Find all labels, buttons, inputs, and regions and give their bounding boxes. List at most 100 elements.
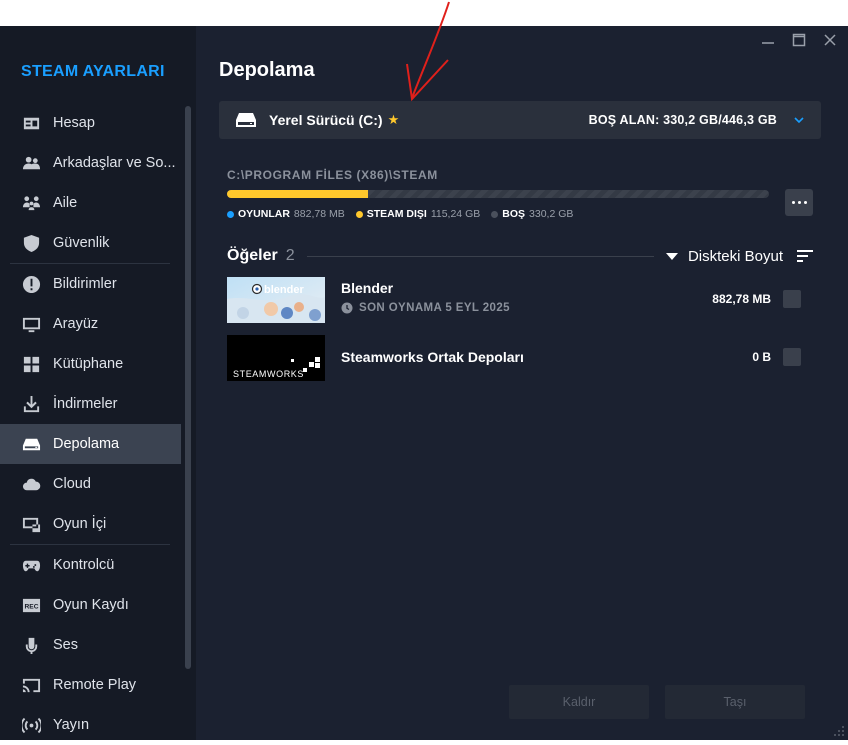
drive-name: Yerel Sürücü (C:): [269, 112, 383, 128]
sort-lines-icon[interactable]: [797, 250, 813, 262]
sidebar-item-label: Ses: [53, 637, 78, 653]
game-name: Blender: [341, 280, 394, 296]
legend-dot-games: [227, 210, 234, 218]
game-row[interactable]: blender Blender SON OYNAMA 5 EYL 2025 88…: [227, 277, 813, 323]
sidebar-item-label: Arkadaşlar ve So...: [53, 155, 176, 171]
sidebar-item-downloads[interactable]: İndirmeler: [0, 384, 181, 424]
sidebar-item-family[interactable]: Aile: [0, 183, 181, 223]
free-space-label: BOŞ ALAN: 330,2 GB/446,3 GB: [588, 113, 777, 127]
game-name: Steamworks Ortak Depoları: [341, 349, 524, 365]
sidebar-item-library[interactable]: Kütüphane: [0, 344, 181, 384]
alert-icon: [22, 275, 41, 294]
blender-thumbnail: blender: [227, 277, 325, 323]
sidebar-title: STEAM AYARLARI: [21, 63, 165, 80]
cloud-icon: [22, 475, 41, 494]
clock-icon: [341, 302, 353, 314]
resize-grip-icon[interactable]: [831, 723, 845, 737]
sidebar-item-voice[interactable]: Ses: [0, 625, 181, 665]
legend-label: STEAM DIŞI: [366, 208, 427, 220]
legend-value: 882,78 MB: [293, 208, 345, 220]
sidebar-item-account[interactable]: Hesap: [0, 103, 181, 143]
annotation-arrow-icon: [406, 1, 450, 102]
page-title: Depolama: [219, 59, 315, 81]
shield-icon: [22, 234, 41, 253]
sidebar-item-label: Yayın: [53, 717, 90, 733]
sidebar-item-friends[interactable]: Arkadaşlar ve So...: [0, 143, 181, 183]
overlay-icon: [22, 515, 41, 534]
minimize-button[interactable]: [758, 32, 778, 48]
sidebar-item-remote-play[interactable]: Remote Play: [0, 665, 181, 705]
sidebar-item-security[interactable]: Güvenlik: [0, 223, 181, 263]
game-checkbox[interactable]: [783, 348, 801, 366]
legend-label: OYUNLAR: [238, 208, 290, 220]
game-size: 0 B: [752, 350, 771, 364]
sidebar-item-label: Aile: [53, 195, 78, 211]
thumb-text: STEAMWORKS: [233, 369, 304, 379]
chevron-down-icon: [794, 117, 804, 124]
items-count: 2: [285, 247, 295, 264]
last-played-text: SON OYNAMA 5 EYL 2025: [359, 302, 510, 314]
sidebar-item-notifications[interactable]: Bildirimler: [0, 264, 181, 304]
legend-value: 330,2 GB: [529, 208, 574, 220]
sort-caret-icon[interactable]: [665, 252, 678, 260]
sidebar-item-cloud[interactable]: Cloud: [0, 464, 181, 504]
items-divider: [306, 255, 654, 257]
gamepad-icon: [22, 556, 41, 575]
sidebar-item-interface[interactable]: Arayüz: [0, 304, 181, 344]
items-label: Öğeler: [227, 247, 278, 264]
sidebar-item-label: Bildirimler: [53, 276, 117, 292]
legend-label: BOŞ: [502, 208, 526, 220]
sidebar-item-controller[interactable]: Kontrolcü: [0, 545, 181, 585]
sidebar-item-label: Oyun İçi: [53, 516, 107, 532]
grid-icon: [22, 355, 41, 374]
rec-icon: REC: [22, 596, 41, 615]
sidebar: STEAM AYARLARI Hesap Arkadaşlar ve So...…: [0, 26, 196, 740]
sidebar-item-storage[interactable]: Depolama: [0, 424, 181, 464]
move-button[interactable]: Taşı: [665, 685, 805, 719]
uninstall-button[interactable]: Kaldır: [509, 685, 649, 719]
dot: [803, 201, 807, 204]
broadcast-icon: [22, 716, 41, 735]
sidebar-item-label: Cloud: [53, 476, 91, 492]
sidebar-scrollbar[interactable]: [185, 106, 191, 669]
sidebar-item-label: Arayüz: [53, 316, 99, 332]
drive-icon: [22, 435, 41, 454]
sidebar-item-ingame[interactable]: Oyun İçi: [0, 504, 181, 544]
minimize-icon: [762, 42, 774, 44]
microphone-icon: [22, 636, 41, 655]
sidebar-item-label: Kütüphane: [53, 356, 124, 372]
dot: [797, 201, 801, 204]
storage-legend: OYUNLAR 882,78 MB STEAM DIŞI 115,24 GB B…: [227, 208, 584, 220]
sidebar-item-label: Güvenlik: [53, 235, 110, 251]
storage-usage-fill: [227, 190, 368, 198]
drive-icon: [236, 113, 256, 127]
sort-dropdown[interactable]: Diskteki Boyut: [688, 248, 783, 265]
family-icon: [22, 194, 41, 213]
install-path: C:\PROGRAM FİLES (X86)\STEAM: [227, 168, 438, 182]
sidebar-item-label: Kontrolcü: [53, 557, 115, 573]
sidebar-item-recording[interactable]: REC Oyun Kaydı: [0, 585, 181, 625]
thumb-text: blender: [264, 284, 304, 296]
game-checkbox[interactable]: [783, 290, 801, 308]
close-button[interactable]: [820, 32, 840, 48]
game-size: 882,78 MB: [712, 292, 771, 306]
dot: [791, 201, 795, 204]
last-played: SON OYNAMA 5 EYL 2025: [341, 302, 510, 314]
friends-icon: [22, 154, 41, 173]
more-options-button[interactable]: [785, 189, 813, 216]
account-card-icon: [22, 114, 41, 133]
sidebar-item-label: Remote Play: [53, 677, 137, 693]
sidebar-item-label: İndirmeler: [53, 396, 118, 412]
legend-dot-free: [491, 210, 499, 218]
sidebar-item-broadcast[interactable]: Yayın: [0, 705, 181, 745]
game-row[interactable]: STEAMWORKS Steamworks Ortak Depoları 0 B: [227, 335, 813, 381]
drive-dropdown[interactable]: Yerel Sürücü (C:) ★ BOŞ ALAN: 330,2 GB/4…: [219, 101, 821, 139]
storage-usage-bar: [227, 190, 769, 198]
download-icon: [22, 395, 41, 414]
maximize-button[interactable]: [789, 32, 809, 48]
sidebar-item-label: Depolama: [53, 436, 120, 452]
legend-dot-non-steam: [355, 210, 363, 218]
svg-text:REC: REC: [24, 603, 38, 610]
close-icon: [824, 34, 836, 46]
sidebar-item-label: Hesap: [53, 115, 95, 131]
